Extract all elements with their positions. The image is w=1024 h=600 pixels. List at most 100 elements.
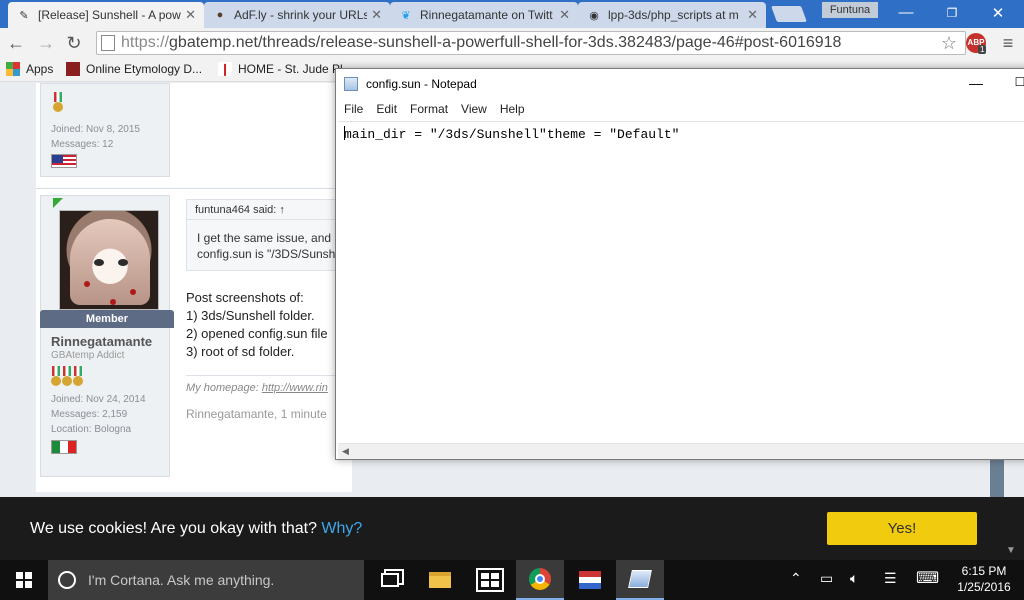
close-icon[interactable]: ✕ <box>559 7 570 23</box>
close-icon[interactable]: ✕ <box>371 7 382 23</box>
tab-title: Rinnegatamante on Twitt <box>420 8 553 22</box>
notepad-icon <box>344 77 358 91</box>
avatar[interactable] <box>59 210 159 310</box>
signature-divider <box>186 375 336 376</box>
chevron-up-icon[interactable]: ⌃ <box>790 570 802 587</box>
maximize-icon[interactable]: ☐ <box>1010 75 1024 89</box>
cortana-icon <box>58 571 76 589</box>
notepad-text-area[interactable]: main_dir = "/3ds/Sunshell"theme = "Defau… <box>338 121 1024 439</box>
windows-logo-icon <box>16 572 32 588</box>
cookie-why-link[interactable]: Why? <box>321 520 362 537</box>
close-icon[interactable]: ✕ <box>185 7 196 23</box>
online-indicator-icon <box>53 198 63 208</box>
medal-icon <box>53 92 64 117</box>
address-bar[interactable]: https://gbatemp.net/threads/release-suns… <box>96 31 966 55</box>
system-clock[interactable]: 6:15 PM 1/25/2016 <box>954 563 1014 595</box>
file-explorer-icon[interactable] <box>416 560 464 600</box>
signature-homepage: My homepage: http://www.rin <box>186 382 328 394</box>
tab-github[interactable]: ◉ lpp-3ds/php_scripts at m ✕ <box>578 2 766 28</box>
medal-icon <box>73 366 83 388</box>
notepad-window: config.sun - Notepad — ☐ File Edit Forma… <box>335 68 1024 460</box>
previous-post: Joined: Nov 8, 2015 Messages: 12 <box>36 83 352 188</box>
browser-toolbar: ← → ↻ https://gbatemp.net/threads/releas… <box>0 28 1024 58</box>
tab-twitter[interactable]: ❦ Rinnegatamante on Twitt ✕ <box>390 2 578 28</box>
homepage-link[interactable]: http://www.rin <box>262 382 328 394</box>
bookmark-apps[interactable]: Apps <box>6 62 53 76</box>
minimize-icon[interactable]: — <box>896 4 916 21</box>
tab-title: lpp-3ds/php_scripts at m <box>608 8 739 22</box>
taskbar: I'm Cortana. Ask me anything. ⌃ ▭ 🔈︎ ☰ ⌨… <box>0 560 1024 600</box>
medal-icon <box>62 366 72 388</box>
member-badge: Member <box>40 310 174 328</box>
tab-sunshell[interactable]: ✎ [Release] Sunshell - A pow ✕ <box>8 2 204 28</box>
adblock-count-badge: 1 <box>978 45 987 54</box>
quote-body: I get the same issue, and config.sun is … <box>197 231 336 261</box>
tab-adfly[interactable]: ● AdF.ly - shrink your URLs ✕ <box>204 2 390 28</box>
task-view-icon[interactable] <box>366 560 414 600</box>
notepad-taskbar-icon[interactable] <box>616 560 664 600</box>
chrome-icon[interactable] <box>516 560 564 600</box>
joined-date: Joined: Nov 24, 2014 <box>51 394 146 405</box>
quote-author[interactable]: funtuna464 said: ↑ <box>187 200 345 220</box>
menu-help[interactable]: Help <box>500 102 525 116</box>
notepad-title-bar[interactable]: config.sun - Notepad — ☐ <box>336 69 1024 99</box>
medal-icon <box>51 366 61 388</box>
bookmark-etymology[interactable]: Online Etymology D... <box>66 62 202 76</box>
twitter-icon: ❦ <box>401 9 411 22</box>
menu-edit[interactable]: Edit <box>376 102 397 116</box>
cookie-banner: We use cookies! Are you okay with that? … <box>0 497 1024 560</box>
start-button[interactable] <box>0 560 48 600</box>
keyboard-icon[interactable]: ⌨ <box>916 568 939 588</box>
reload-icon[interactable]: ↻ <box>64 32 84 54</box>
bookmark-st-jude[interactable]: ❙ HOME - St. Jude Pl <box>218 62 343 76</box>
medals <box>51 366 84 391</box>
horizontal-scrollbar[interactable]: ◀ <box>338 443 1024 459</box>
menu-view[interactable]: View <box>461 102 487 116</box>
adfly-icon: ● <box>216 9 224 21</box>
forward-arrow-icon[interactable]: → <box>36 32 56 54</box>
previous-user-info: Joined: Nov 8, 2015 Messages: 12 <box>40 83 170 177</box>
message-count: Messages: 12 <box>51 139 114 150</box>
profile-name[interactable]: Funtuna <box>822 2 878 18</box>
volume-icon[interactable]: 🔈︎ <box>850 570 858 587</box>
cortana-search-box[interactable]: I'm Cortana. Ask me anything. <box>48 560 364 600</box>
tab-title: [Release] Sunshell - A pow <box>38 8 181 22</box>
etymology-icon <box>66 62 80 76</box>
tab-title: AdF.ly - shrink your URLs <box>234 8 368 22</box>
minimize-icon[interactable]: — <box>966 75 986 91</box>
app-icon[interactable] <box>566 560 614 600</box>
notepad-menu-bar: File Edit Format View Help <box>336 99 1024 119</box>
restore-icon[interactable]: ❐ <box>942 6 962 20</box>
post-meta: Rinnegatamante, 1 minute <box>186 407 327 421</box>
store-icon[interactable] <box>466 560 514 600</box>
quote-block: funtuna464 said: ↑ I get the same issue,… <box>186 199 346 271</box>
scroll-down-icon[interactable]: ▼ <box>1006 545 1016 556</box>
battery-icon[interactable]: ▭ <box>820 570 833 587</box>
browser-tab-strip: ✎ [Release] Sunshell - A pow ✕ ● AdF.ly … <box>0 0 1024 28</box>
url-text: https://gbatemp.net/threads/release-suns… <box>121 34 842 51</box>
menu-format[interactable]: Format <box>410 102 448 116</box>
menu-file[interactable]: File <box>344 102 363 116</box>
menu-icon[interactable]: ≡ <box>998 32 1018 54</box>
username[interactable]: Rinnegatamante <box>51 334 152 349</box>
new-tab-button[interactable] <box>771 6 807 22</box>
italy-flag-icon <box>51 440 77 454</box>
close-icon[interactable]: ✕ <box>747 7 758 23</box>
user-info: Member Rinnegatamante GBAtemp Addict Joi… <box>40 195 174 477</box>
back-arrow-icon[interactable]: ← <box>6 32 26 54</box>
close-window-icon[interactable]: ✕ <box>988 4 1008 22</box>
action-center-icon[interactable]: ☰ <box>884 570 897 587</box>
post-body: Post screenshots of: 1) 3ds/Sunshell fol… <box>186 290 328 359</box>
bookmark-star-icon[interactable]: ☆ <box>941 33 957 54</box>
message-count: Messages: 2,159 <box>51 409 128 420</box>
scroll-left-icon[interactable]: ◀ <box>342 446 349 457</box>
cookie-message: We use cookies! Are you okay with that? … <box>30 520 363 537</box>
page-icon <box>101 35 115 51</box>
github-icon: ◉ <box>589 9 599 22</box>
joined-date: Joined: Nov 8, 2015 <box>51 124 140 135</box>
usa-flag-icon <box>51 154 77 168</box>
user-title: GBAtemp Addict <box>51 350 125 361</box>
notepad-title: config.sun - Notepad <box>366 77 477 91</box>
cookie-accept-button[interactable]: Yes! <box>827 512 977 545</box>
location: Location: Bologna <box>51 424 132 435</box>
